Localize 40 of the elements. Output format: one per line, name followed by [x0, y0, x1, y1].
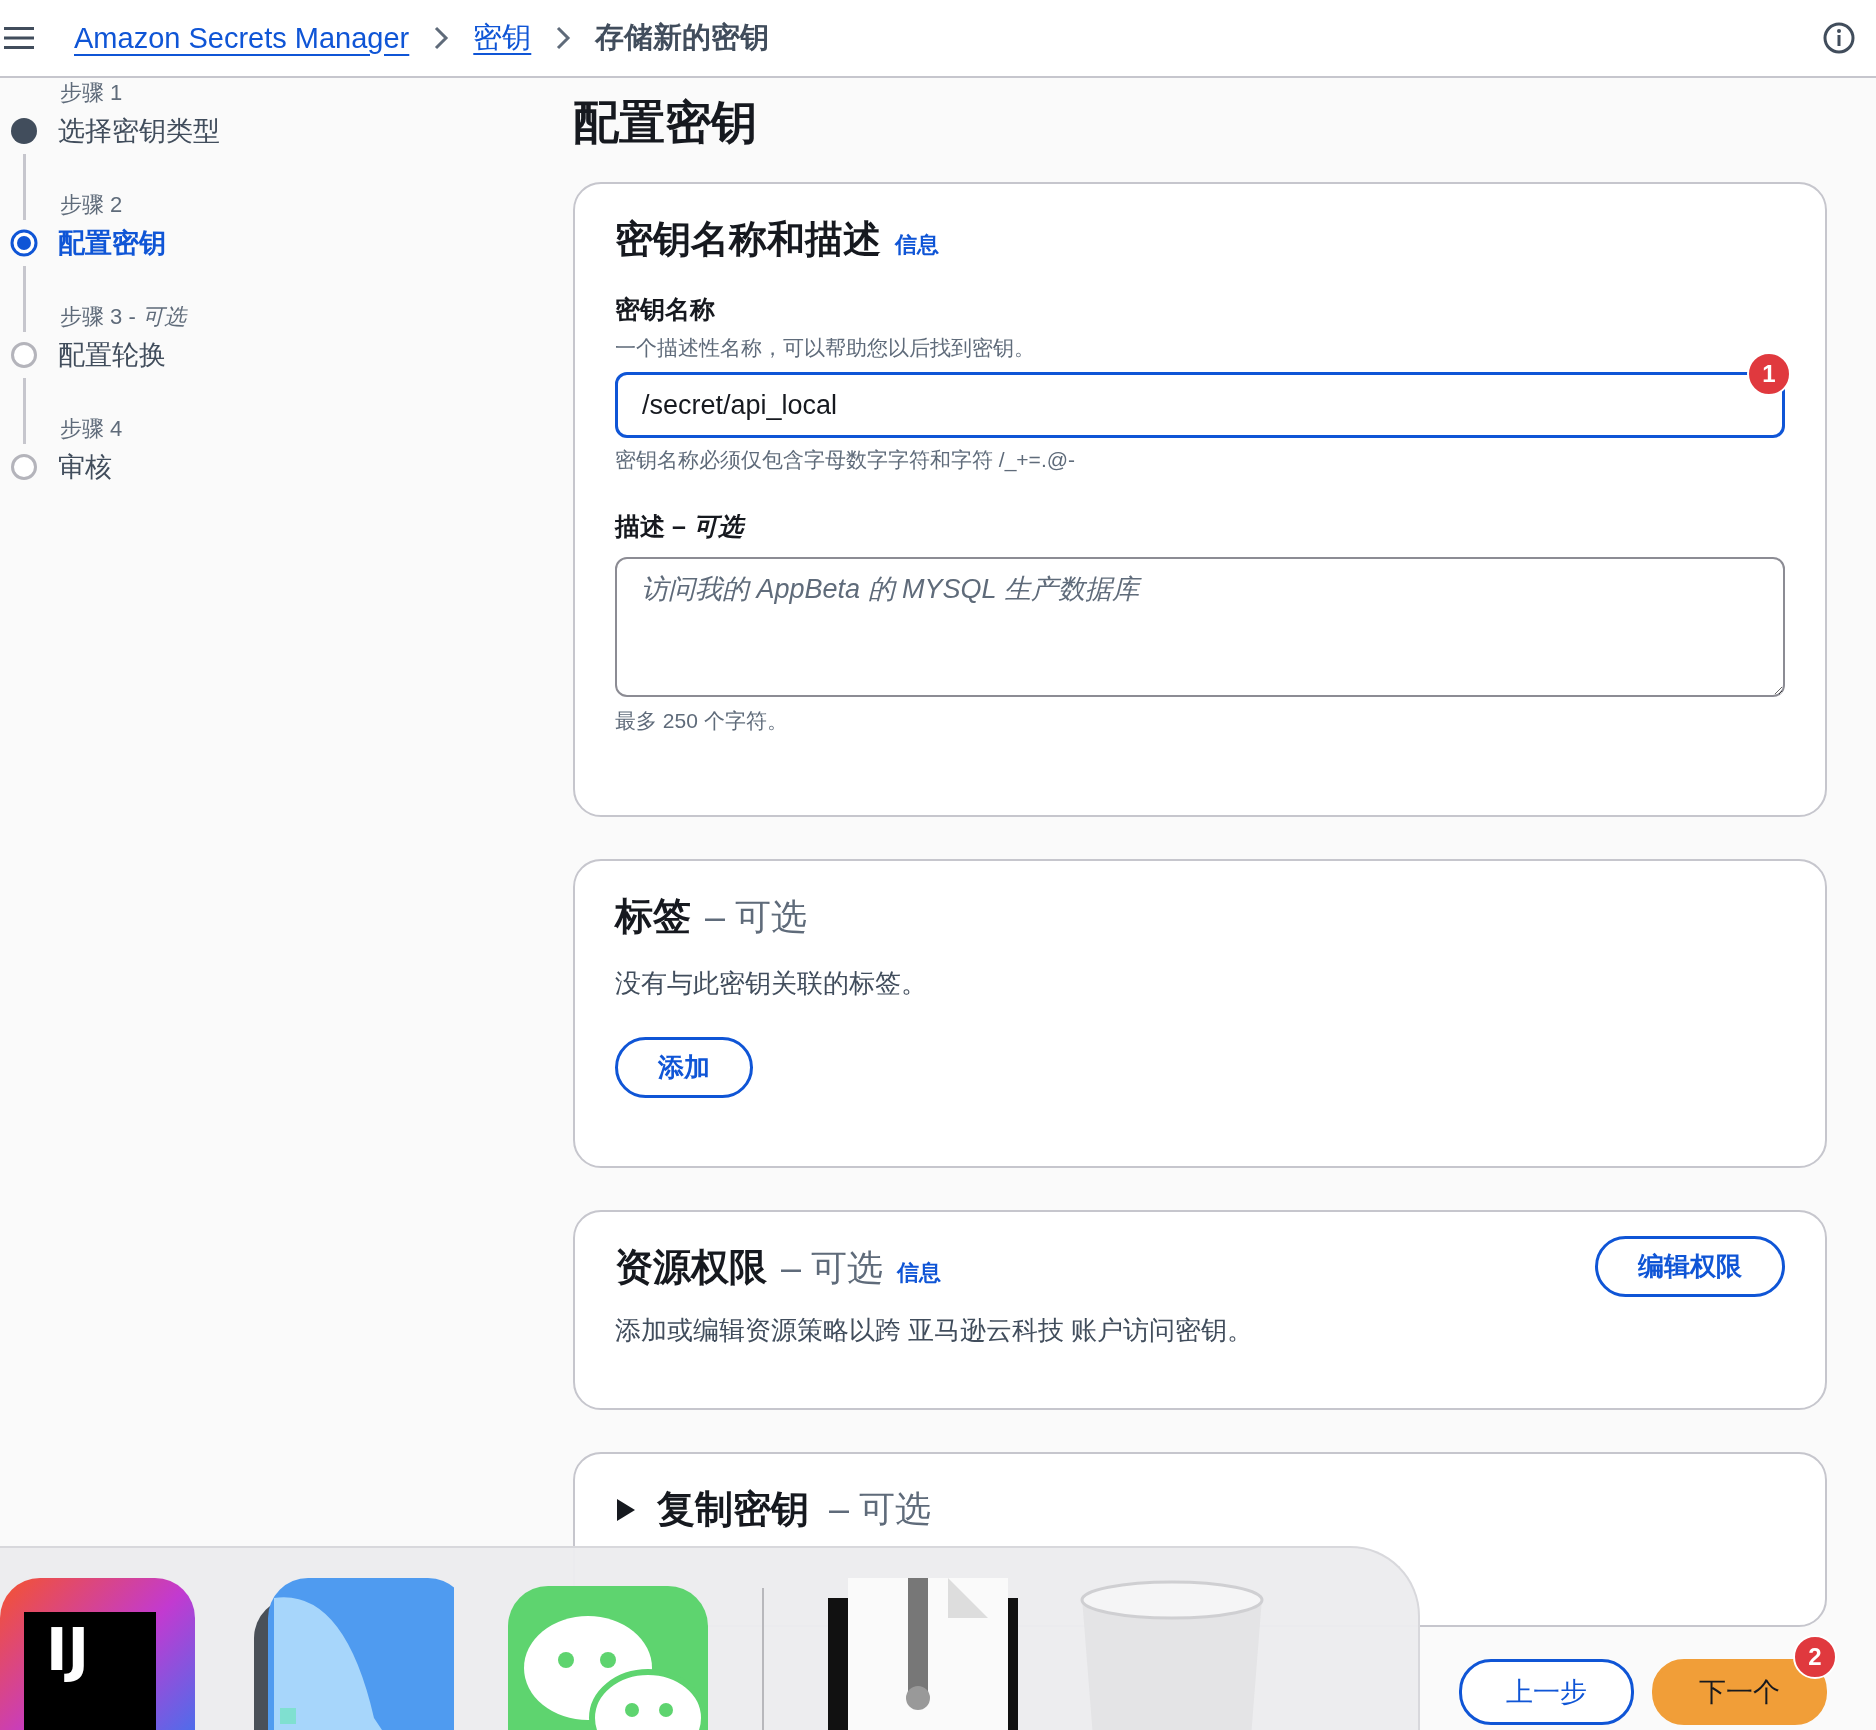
field-label: 描述 – 可选 [615, 510, 1785, 543]
caret-right-icon[interactable] [615, 1496, 637, 1523]
breadcrumb-link[interactable]: 密钥 [473, 18, 532, 58]
chevron-right-icon [433, 25, 450, 51]
section-title: 资源权限 [615, 1245, 767, 1290]
section-title: 标签 [615, 894, 691, 939]
section-text: 添加或编辑资源策略以跨 亚马逊云科技 账户访问密钥。 [615, 1314, 1255, 1347]
step-number: 步骤 3 - 可选 [60, 303, 186, 331]
number-badge: 1 [1747, 352, 1791, 396]
menu-icon[interactable] [4, 26, 34, 50]
add-button[interactable]: 添加 [615, 1037, 753, 1098]
document-app-icon[interactable] [254, 1578, 454, 1730]
field-constraint: 最多 250 个字符。 [615, 708, 789, 734]
step-label[interactable]: 选择密钥类型 [58, 113, 220, 149]
breadcrumb-link[interactable]: Amazon Secrets Manager [74, 21, 410, 55]
section-title: 密钥名称和描述 [615, 217, 881, 262]
optional-label: – 可选 [705, 895, 808, 939]
optional-label: – 可选 [829, 1487, 932, 1531]
breadcrumb-current: 存储新的密钥 [595, 20, 770, 55]
edit-permissions-button[interactable]: 编辑权限 [1595, 1236, 1785, 1297]
field-hint: 一个描述性名称，可以帮助您以后找到密钥。 [615, 335, 1036, 361]
info-link[interactable]: 信息 [895, 230, 939, 260]
step-label[interactable]: 配置轮换 [58, 337, 166, 373]
step-number: 步骤 1 [60, 79, 124, 107]
page-title: 配置密钥 [573, 95, 758, 150]
description-field[interactable]: 访问我的 AppBeta 的 MYSQL 生产数据库 [615, 557, 1785, 697]
step-number: 步骤 2 [60, 191, 123, 219]
section-title[interactable]: 复制密钥 [657, 1484, 809, 1535]
previous-button[interactable]: 上一步 [1459, 1659, 1634, 1725]
info-link[interactable]: 信息 [897, 1258, 942, 1288]
info-icon[interactable] [1822, 21, 1856, 55]
section-text: 没有与此密钥关联的标签。 [615, 967, 928, 1000]
step-label[interactable]: 审核 [58, 449, 112, 485]
field-constraint: 密钥名称必须仅包含字母数字字符和字符 /_+=.@- [615, 447, 1077, 474]
field-label: 密钥名称 [615, 294, 716, 325]
chevron-right-icon [555, 25, 572, 51]
step-number: 步骤 4 [60, 415, 123, 443]
optional-label: – 可选 [781, 1246, 884, 1290]
number-badge: 2 [1793, 1635, 1837, 1679]
step-label[interactable]: 配置密钥 [58, 225, 166, 261]
